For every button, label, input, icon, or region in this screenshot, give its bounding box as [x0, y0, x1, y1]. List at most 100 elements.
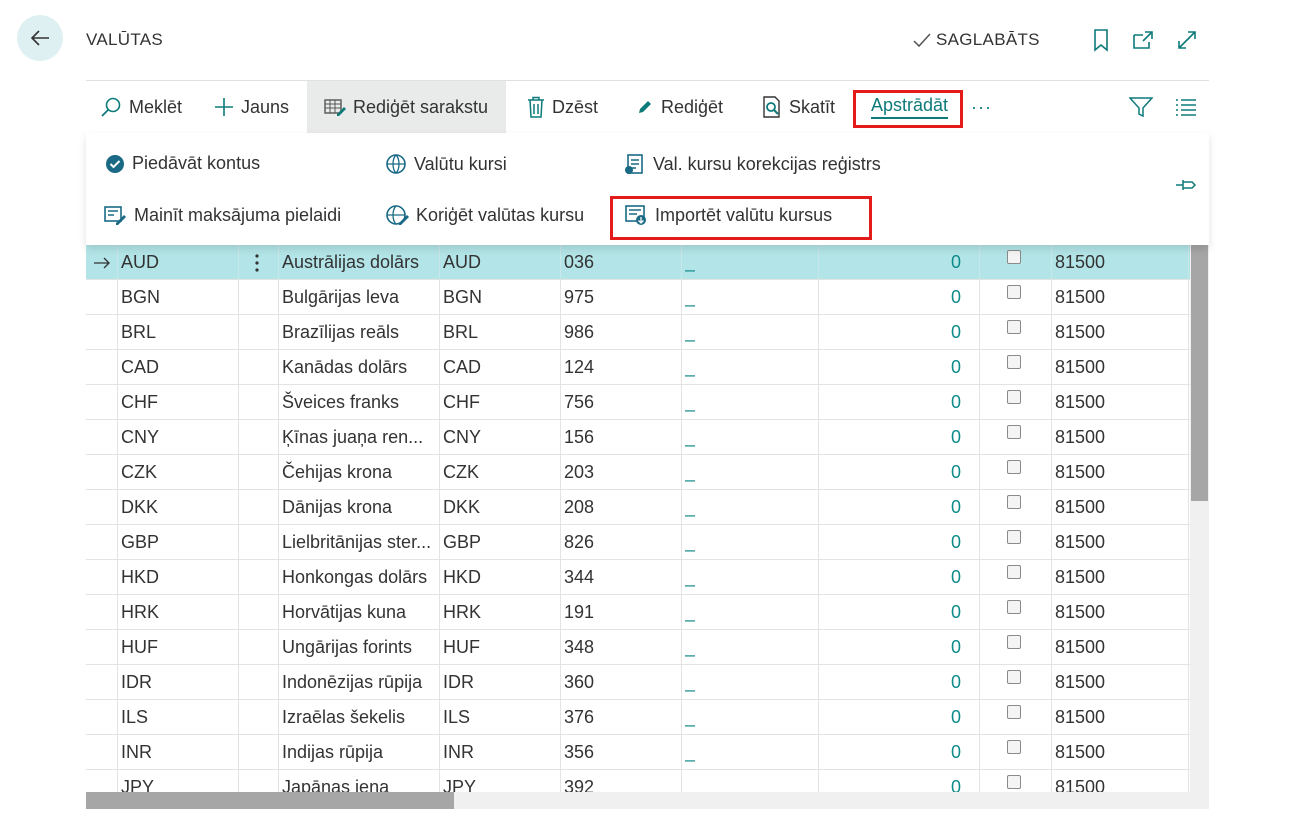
row-checkbox[interactable]	[1007, 739, 1021, 754]
menu-item-import-exchange-rates[interactable]: Importēt valūtu kursus	[624, 204, 832, 226]
cell-amount[interactable]: 0	[822, 350, 961, 385]
edit-list-button[interactable]: Rediģēt sarakstu	[307, 81, 506, 133]
cell-iso-code[interactable]: DKK	[443, 490, 480, 525]
cell-description[interactable]: Indijas rūpija	[282, 735, 437, 770]
cell-empty-field[interactable]: _	[685, 420, 695, 455]
cell-account[interactable]: 81500	[1055, 315, 1105, 350]
row-checkbox[interactable]	[1007, 669, 1021, 684]
filter-button[interactable]	[1129, 81, 1153, 133]
cell-description[interactable]: Japānas jena	[282, 770, 437, 792]
cell-code[interactable]: CAD	[121, 350, 159, 385]
cell-description[interactable]: Izraēlas šekelis	[282, 700, 437, 735]
row-checkbox[interactable]	[1007, 704, 1021, 719]
delete-button[interactable]: Dzēst	[527, 81, 598, 133]
cell-code[interactable]: HUF	[121, 630, 158, 665]
cell-code[interactable]: BGN	[121, 280, 160, 315]
cell-iso-numeric[interactable]: 348	[564, 630, 594, 665]
cell-description[interactable]: Brazīlijas reāls	[282, 315, 437, 350]
cell-iso-numeric[interactable]: 826	[564, 525, 594, 560]
cell-iso-numeric[interactable]: 208	[564, 490, 594, 525]
expand-button[interactable]	[1175, 28, 1199, 52]
table-row[interactable]: CAD Kanādas dolārs CAD 124 _ 0 81500	[86, 350, 1190, 385]
table-row[interactable]: BGN Bulgārijas leva BGN 975 _ 0 81500	[86, 280, 1190, 315]
cell-amount[interactable]: 0	[822, 700, 961, 735]
cell-account[interactable]: 81500	[1055, 595, 1105, 630]
cell-iso-numeric[interactable]: 344	[564, 560, 594, 595]
cell-account[interactable]: 81500	[1055, 630, 1105, 665]
search-button[interactable]: Meklēt	[100, 81, 182, 133]
cell-iso-numeric[interactable]: 036	[564, 245, 594, 280]
table-row[interactable]: HKD Honkongas dolārs HKD 344 _ 0 81500	[86, 560, 1190, 595]
cell-empty-field[interactable]: _	[685, 630, 695, 665]
cell-iso-code[interactable]: IDR	[443, 665, 474, 700]
row-checkbox[interactable]	[1007, 389, 1021, 404]
cell-empty-field[interactable]: _	[685, 525, 695, 560]
cell-iso-code[interactable]: HRK	[443, 595, 481, 630]
edit-button[interactable]: Rediģēt	[636, 81, 723, 133]
table-row[interactable]: HUF Ungārijas forints HUF 348 _ 0 81500	[86, 630, 1190, 665]
cell-amount[interactable]: 0	[822, 630, 961, 665]
cell-code[interactable]: CNY	[121, 420, 159, 455]
cell-amount[interactable]: 0	[822, 735, 961, 770]
cell-amount[interactable]: 0	[822, 665, 961, 700]
cell-amount[interactable]: 0	[822, 490, 961, 525]
table-row[interactable]: GBP Lielbritānijas ster... GBP 826 _ 0 81500	[86, 525, 1190, 560]
cell-description[interactable]: Ķīnas juaņa ren...	[282, 420, 437, 455]
cell-iso-numeric[interactable]: 986	[564, 315, 594, 350]
cell-amount[interactable]: 0	[822, 770, 961, 792]
cell-description[interactable]: Čehijas krona	[282, 455, 437, 490]
cell-description[interactable]: Indonēzijas rūpija	[282, 665, 437, 700]
cell-amount[interactable]: 0	[822, 525, 961, 560]
cell-iso-code[interactable]: BRL	[443, 315, 478, 350]
cell-code[interactable]: HRK	[121, 595, 159, 630]
cell-amount[interactable]: 0	[822, 595, 961, 630]
vertical-scrollbar-thumb[interactable]	[1191, 245, 1208, 501]
cell-iso-code[interactable]: HKD	[443, 560, 481, 595]
cell-empty-field[interactable]: _	[685, 490, 695, 525]
cell-code[interactable]: HKD	[121, 560, 159, 595]
cell-amount[interactable]: 0	[822, 455, 961, 490]
cell-empty-field[interactable]: _	[685, 455, 695, 490]
cell-account[interactable]: 81500	[1055, 350, 1105, 385]
list-view-button[interactable]	[1175, 81, 1197, 133]
back-button[interactable]	[17, 15, 63, 61]
cell-code[interactable]: AUD	[121, 245, 159, 280]
menu-item-adjust-exchange-rates[interactable]: Koriģēt valūtas kursu	[385, 204, 584, 226]
cell-code[interactable]: INR	[121, 735, 152, 770]
cell-iso-code[interactable]: HUF	[443, 630, 480, 665]
table-row[interactable]: IDR Indonēzijas rūpija IDR 360 _ 0 81500	[86, 665, 1190, 700]
cell-iso-code[interactable]: CZK	[443, 455, 479, 490]
table-row[interactable]: BRL Brazīlijas reāls BRL 986 _ 0 81500	[86, 315, 1190, 350]
table-row[interactable]: CNY Ķīnas juaņa ren... CNY 156 _ 0 81500	[86, 420, 1190, 455]
cell-account[interactable]: 81500	[1055, 455, 1105, 490]
cell-description[interactable]: Šveices franks	[282, 385, 437, 420]
cell-description[interactable]: Kanādas dolārs	[282, 350, 437, 385]
cell-description[interactable]: Ungārijas forints	[282, 630, 437, 665]
cell-code[interactable]: CZK	[121, 455, 157, 490]
cell-amount[interactable]: 0	[822, 280, 961, 315]
cell-description[interactable]: Lielbritānijas ster...	[282, 525, 437, 560]
cell-code[interactable]: DKK	[121, 490, 158, 525]
cell-iso-code[interactable]: CHF	[443, 385, 480, 420]
new-button[interactable]: Jauns	[214, 81, 289, 133]
cell-iso-code[interactable]: ILS	[443, 700, 470, 735]
menu-item-adjustment-register[interactable]: Val. kursu korekcijas reģistrs	[624, 153, 881, 175]
cell-iso-code[interactable]: CAD	[443, 350, 481, 385]
view-button[interactable]: Skatīt	[762, 81, 835, 133]
cell-iso-numeric[interactable]: 203	[564, 455, 594, 490]
horizontal-scrollbar-thumb[interactable]	[86, 792, 454, 809]
cell-iso-numeric[interactable]: 756	[564, 385, 594, 420]
row-checkbox[interactable]	[1007, 424, 1021, 439]
table-row[interactable]: HRK Horvātijas kuna HRK 191 _ 0 81500	[86, 595, 1190, 630]
cell-iso-numeric[interactable]: 376	[564, 700, 594, 735]
cell-description[interactable]: Honkongas dolārs	[282, 560, 437, 595]
cell-iso-code[interactable]: JPY	[443, 770, 476, 792]
row-checkbox[interactable]	[1007, 459, 1021, 474]
cell-empty-field[interactable]: _	[685, 700, 695, 735]
cell-iso-code[interactable]: INR	[443, 735, 474, 770]
menu-item-suggest-accounts[interactable]: Piedāvāt kontus	[105, 153, 260, 174]
cell-description[interactable]: Austrālijas dolārs	[282, 245, 437, 280]
cell-empty-field[interactable]: _	[685, 280, 695, 315]
cell-iso-code[interactable]: BGN	[443, 280, 482, 315]
cell-account[interactable]: 81500	[1055, 560, 1105, 595]
